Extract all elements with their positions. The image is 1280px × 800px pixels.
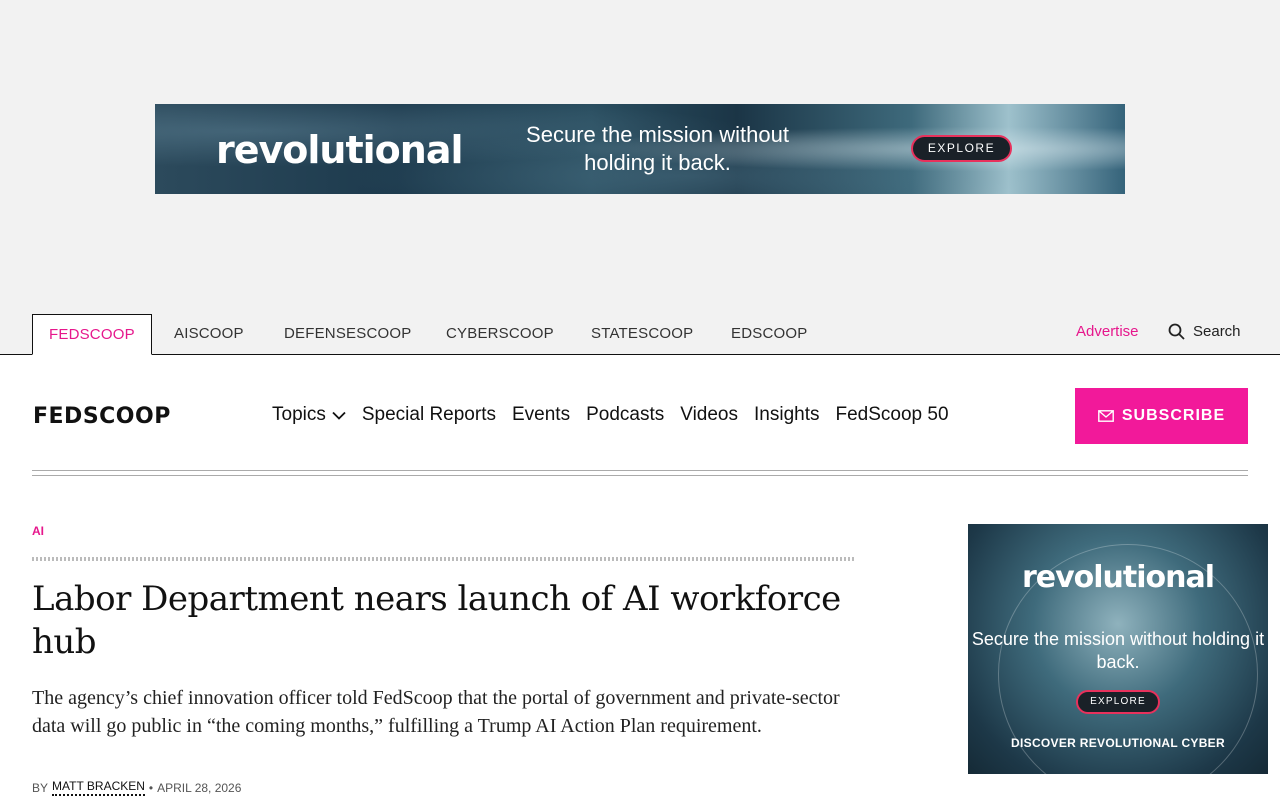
main-navigation: Topics Special Reports Events Podcasts V…: [272, 404, 949, 426]
chevron-down-icon: [332, 411, 346, 420]
tab-defensescoop[interactable]: DEFENSESCOOP: [284, 314, 411, 355]
nav-special-reports[interactable]: Special Reports: [362, 404, 496, 426]
sidebar-ad-tagline: Secure the mission without holding it ba…: [971, 629, 1265, 672]
sidebar-ad-footer: DISCOVER REVOLUTIONAL CYBER: [1011, 736, 1225, 750]
article-byline: BY MATT BRACKEN • APRIL 28, 2026: [32, 779, 241, 796]
nav-topics-label: Topics: [272, 404, 326, 425]
article-headline: Labor Department nears launch of AI work…: [32, 579, 841, 662]
nav-podcasts[interactable]: Podcasts: [586, 404, 664, 426]
subscribe-button[interactable]: SUBSCRIBE: [1075, 388, 1248, 444]
article-date: APRIL 28, 2026: [157, 780, 242, 795]
tab-cyberscoop[interactable]: CYBERSCOOP: [446, 314, 554, 355]
nav-events[interactable]: Events: [512, 404, 570, 426]
byline-prefix: BY: [32, 780, 49, 795]
sidebar-ad-explore-button[interactable]: EXPLORE: [1076, 690, 1160, 714]
tab-fedscoop[interactable]: FEDSCOOP: [32, 314, 152, 355]
banner-tagline: Secure the mission without holding it ba…: [526, 122, 789, 175]
banner-brand: revolutional: [216, 128, 463, 172]
tab-statescoop[interactable]: STATESCOOP: [591, 314, 693, 355]
site-logo[interactable]: FEDSCOOP: [33, 404, 171, 429]
search-label: Search: [1193, 323, 1241, 340]
article-category[interactable]: AI: [32, 524, 44, 538]
byline-separator: •: [148, 780, 154, 795]
banner-explore-button[interactable]: EXPLORE: [911, 135, 1012, 162]
network-tab-bar: FEDSCOOP AISCOOP DEFENSESCOOP CYBERSCOOP…: [0, 314, 1280, 355]
advertise-link[interactable]: Advertise: [1076, 323, 1139, 340]
envelope-icon: [1097, 410, 1114, 422]
sidebar-ad-brand: revolutional: [1021, 560, 1215, 595]
sidebar-ad[interactable]: revolutional Secure the mission without …: [968, 524, 1268, 774]
search-icon: [1168, 323, 1185, 340]
top-banner-ad[interactable]: revolutional Secure the mission without …: [155, 104, 1125, 194]
nav-videos[interactable]: Videos: [680, 404, 738, 426]
top-ad-area: revolutional Secure the mission without …: [0, 0, 1280, 354]
nav-insights[interactable]: Insights: [754, 404, 819, 426]
article-dek: The agency’s chief innovation officer to…: [32, 687, 840, 737]
author-link[interactable]: MATT BRACKEN: [52, 779, 145, 796]
subscribe-label: SUBSCRIBE: [1121, 407, 1226, 424]
nav-topics[interactable]: Topics: [272, 404, 346, 426]
search-button[interactable]: Search: [1168, 323, 1241, 340]
nav-fedscoop-50[interactable]: FedScoop 50: [835, 404, 948, 426]
tab-aiscoop[interactable]: AISCOOP: [174, 314, 244, 355]
category-divider: [32, 557, 856, 561]
tab-edscoop[interactable]: EDSCOOP: [731, 314, 807, 355]
header-divider: [32, 470, 1248, 476]
